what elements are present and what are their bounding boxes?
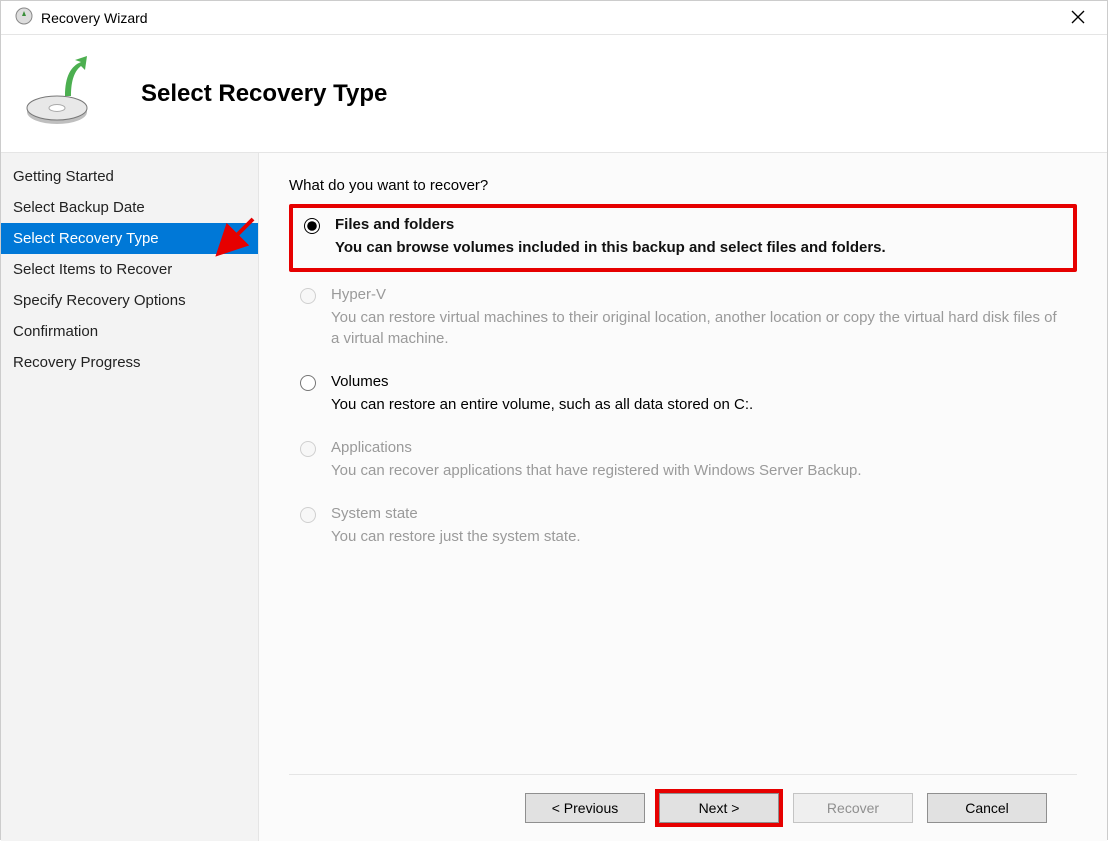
recover-button: Recover bbox=[793, 793, 913, 823]
page-heading: Select Recovery Type bbox=[141, 80, 387, 108]
recovery-option-files[interactable]: Files and folders You can browse volumes … bbox=[289, 204, 1077, 272]
recovery-wizard-icon bbox=[15, 7, 33, 29]
option-description: You can recover applications that have r… bbox=[331, 460, 1067, 481]
sidebar-item[interactable]: Recovery Progress bbox=[1, 347, 258, 378]
option-text: Hyper-V You can restore virtual machines … bbox=[331, 286, 1067, 349]
recovery-option-radio-hyperv bbox=[300, 288, 316, 304]
sidebar-item[interactable]: Select Backup Date bbox=[1, 192, 258, 223]
option-description: You can restore an entire volume, such a… bbox=[331, 394, 1067, 415]
option-text: Volumes You can restore an entire volume,… bbox=[331, 373, 1067, 415]
option-text: Files and folders You can browse volumes … bbox=[335, 216, 1063, 258]
footer: < Previous Next > Recover Cancel bbox=[289, 774, 1077, 841]
sidebar-item[interactable]: Getting Started bbox=[1, 161, 258, 192]
option-label: Files and folders bbox=[335, 216, 1063, 233]
window-title: Recovery Wizard bbox=[41, 10, 148, 26]
recovery-option-hyperv: Hyper-V You can restore virtual machines … bbox=[289, 278, 1077, 359]
cancel-button[interactable]: Cancel bbox=[927, 793, 1047, 823]
recovery-option-radio-systemstate bbox=[300, 507, 316, 523]
option-description: You can restore just the system state. bbox=[331, 526, 1067, 547]
option-label: Hyper-V bbox=[331, 286, 1067, 303]
header: Select Recovery Type bbox=[1, 35, 1107, 153]
option-description: You can restore virtual machines to thei… bbox=[331, 307, 1067, 349]
option-text: System state You can restore just the sys… bbox=[331, 505, 1067, 547]
main: Getting StartedSelect Backup DateSelect … bbox=[1, 153, 1107, 841]
content-panel: What do you want to recover? Files and f… bbox=[259, 153, 1107, 841]
sidebar-item[interactable]: Select Items to Recover bbox=[1, 254, 258, 285]
sidebar: Getting StartedSelect Backup DateSelect … bbox=[1, 153, 259, 841]
option-label: System state bbox=[331, 505, 1067, 522]
titlebar: Recovery Wizard bbox=[1, 1, 1107, 35]
option-description: You can browse volumes included in this … bbox=[335, 237, 1063, 258]
content-prompt: What do you want to recover? bbox=[289, 177, 1077, 194]
sidebar-item[interactable]: Specify Recovery Options bbox=[1, 285, 258, 316]
sidebar-item[interactable]: Confirmation bbox=[1, 316, 258, 347]
recovery-option-applications: Applications You can recover applications… bbox=[289, 431, 1077, 491]
next-button[interactable]: Next > bbox=[659, 793, 779, 823]
option-label: Applications bbox=[331, 439, 1067, 456]
recovery-option-volumes[interactable]: Volumes You can restore an entire volume,… bbox=[289, 365, 1077, 425]
previous-button[interactable]: < Previous bbox=[525, 793, 645, 823]
sidebar-item[interactable]: Select Recovery Type bbox=[1, 223, 258, 254]
close-button[interactable] bbox=[1059, 5, 1097, 31]
option-label: Volumes bbox=[331, 373, 1067, 390]
recovery-disc-icon bbox=[21, 56, 101, 132]
recovery-option-radio-applications bbox=[300, 441, 316, 457]
recovery-option-systemstate: System state You can restore just the sys… bbox=[289, 497, 1077, 557]
option-text: Applications You can recover applications… bbox=[331, 439, 1067, 481]
recovery-option-radio-files[interactable] bbox=[304, 218, 320, 234]
titlebar-left: Recovery Wizard bbox=[15, 7, 148, 29]
close-icon bbox=[1071, 10, 1085, 24]
recovery-option-radio-volumes[interactable] bbox=[300, 375, 316, 391]
